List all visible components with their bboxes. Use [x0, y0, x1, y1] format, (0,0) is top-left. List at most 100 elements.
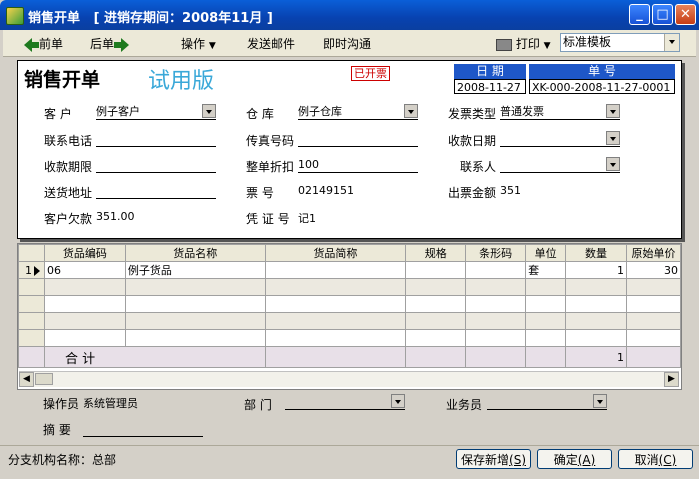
- table-row[interactable]: [18, 278, 681, 296]
- cancel-label: 取消: [634, 453, 659, 467]
- form-panel: 销售开单 试用版 已开票 日 期 2008-11-27 单 号 XK-000-2…: [17, 60, 682, 239]
- cancel-button[interactable]: 取消(C): [618, 449, 693, 469]
- salesman-label: 业务员: [446, 398, 483, 412]
- chevron-down-icon[interactable]: [606, 104, 620, 118]
- caret-down-icon: ▼: [543, 41, 551, 51]
- arrow-left-icon: [24, 37, 32, 52]
- maximize-button[interactable]: □: [652, 4, 673, 25]
- scroll-left-icon[interactable]: ◀: [19, 372, 34, 387]
- template-value: 标准模板: [563, 35, 612, 49]
- discount-input[interactable]: 100: [298, 157, 418, 173]
- date-header: 日 期: [454, 64, 526, 79]
- chevron-down-icon[interactable]: [404, 104, 418, 118]
- receive-date-select[interactable]: [500, 131, 620, 147]
- items-grid[interactable]: 货品编码 货品名称 货品简称 规格 条形码 单位 数量 原始单价 1 06 例子…: [17, 243, 682, 390]
- col-header-spec[interactable]: 规格: [405, 244, 467, 262]
- template-select[interactable]: 标准模板: [560, 33, 680, 52]
- chevron-down-icon[interactable]: [391, 394, 405, 408]
- operator-value: 系统管理员: [83, 397, 138, 410]
- customer-value: 例子客户: [96, 105, 140, 118]
- prev-button[interactable]: 前单: [24, 35, 63, 52]
- save-new-key: (S): [509, 453, 526, 467]
- chevron-down-icon[interactable]: [593, 394, 607, 408]
- scroll-right-icon[interactable]: ▶: [664, 372, 679, 387]
- term-label: 收款期限: [44, 160, 93, 174]
- col-header-code[interactable]: 货品编码: [43, 244, 126, 262]
- customer-select[interactable]: 例子客户: [96, 104, 216, 120]
- invoice-amount-value: 351: [500, 184, 521, 197]
- col-header-price[interactable]: 原始单价: [625, 244, 681, 262]
- send-email-button[interactable]: 发送邮件: [247, 35, 295, 52]
- operate-menu[interactable]: 操作 ▼: [181, 35, 216, 52]
- table-row[interactable]: [18, 295, 681, 313]
- col-header-name[interactable]: 货品名称: [124, 244, 266, 262]
- table-row[interactable]: 1 06 例子货品 套 1 30: [18, 261, 681, 279]
- printer-icon: [496, 38, 512, 51]
- total-row: 合 计 1: [18, 346, 681, 368]
- warehouse-select[interactable]: 例子仓库: [298, 104, 418, 120]
- col-header-short[interactable]: 货品简称: [264, 244, 407, 262]
- col-header-barcode[interactable]: 条形码: [465, 244, 527, 262]
- scroll-thumb[interactable]: [35, 373, 53, 385]
- separator: [0, 445, 699, 446]
- fax-input[interactable]: [298, 131, 418, 147]
- phone-input[interactable]: [96, 131, 216, 147]
- voucher-label: 凭 证 号: [246, 212, 290, 226]
- chevron-down-icon[interactable]: [664, 34, 679, 51]
- customer-label: 客 户: [44, 107, 72, 121]
- chevron-down-icon[interactable]: [606, 131, 620, 145]
- cell-spec[interactable]: [405, 261, 467, 279]
- print-button[interactable]: 打印 ▼: [496, 35, 551, 52]
- next-button[interactable]: 后单: [90, 35, 130, 52]
- number-field[interactable]: XK-000-2008-11-27-0001: [529, 79, 675, 94]
- warehouse-value: 例子仓库: [298, 105, 342, 118]
- invoice-type-select[interactable]: 普通发票: [500, 104, 620, 120]
- discount-label: 整单折扣: [246, 160, 295, 174]
- cell-price[interactable]: 30: [625, 261, 681, 279]
- form-title: 销售开单: [24, 69, 101, 91]
- receive-date-label: 收款日期: [448, 134, 497, 148]
- table-row[interactable]: [18, 312, 681, 330]
- horizontal-scrollbar[interactable]: ◀ ▶: [19, 371, 679, 387]
- arrow-right-icon: [121, 37, 130, 52]
- date-field[interactable]: 2008-11-27: [454, 79, 526, 94]
- cell-unit[interactable]: 套: [525, 261, 567, 279]
- ticket-value[interactable]: 02149151: [298, 184, 354, 197]
- col-header-qty[interactable]: 数量: [565, 244, 627, 262]
- save-new-button[interactable]: 保存新增(S): [456, 449, 531, 469]
- save-new-label: 保存新增: [461, 453, 510, 467]
- cell-qty[interactable]: 1: [565, 261, 627, 279]
- total-label: 合 计: [43, 346, 266, 368]
- contact-select[interactable]: [500, 157, 620, 173]
- print-label: 打印: [515, 37, 540, 51]
- cell-name[interactable]: 例子货品: [124, 261, 266, 279]
- ticket-label: 票 号: [246, 186, 274, 200]
- invoice-type-value: 普通发票: [500, 105, 544, 118]
- invoice-amount-label: 出票金额: [448, 186, 497, 200]
- chevron-down-icon[interactable]: [606, 157, 620, 171]
- memo-input[interactable]: [83, 421, 203, 437]
- ok-button[interactable]: 确定(A): [537, 449, 612, 469]
- voucher-value: 记1: [298, 212, 316, 225]
- salesman-select[interactable]: [487, 394, 607, 410]
- caret-down-icon: ▼: [208, 41, 216, 51]
- chevron-down-icon[interactable]: [202, 104, 216, 118]
- instant-chat-button[interactable]: 即时沟通: [323, 35, 371, 52]
- delivery-input[interactable]: [96, 183, 216, 199]
- row-number: 1: [24, 263, 32, 277]
- term-input[interactable]: [96, 157, 216, 173]
- cell-short[interactable]: [264, 261, 407, 279]
- table-row[interactable]: [18, 329, 681, 347]
- cell-code[interactable]: 06: [43, 261, 126, 279]
- grid-corner: [18, 244, 45, 262]
- cell-barcode[interactable]: [465, 261, 527, 279]
- col-header-unit[interactable]: 单位: [525, 244, 567, 262]
- row-header[interactable]: 1: [18, 261, 45, 279]
- dept-select[interactable]: [285, 394, 405, 410]
- fax-label: 传真号码: [246, 134, 295, 148]
- invoiced-stamp: 已开票: [351, 66, 390, 81]
- operator-label: 操作员: [43, 397, 80, 411]
- close-button[interactable]: ✕: [675, 4, 696, 25]
- app-icon: [6, 7, 24, 25]
- minimize-button[interactable]: _: [629, 4, 650, 25]
